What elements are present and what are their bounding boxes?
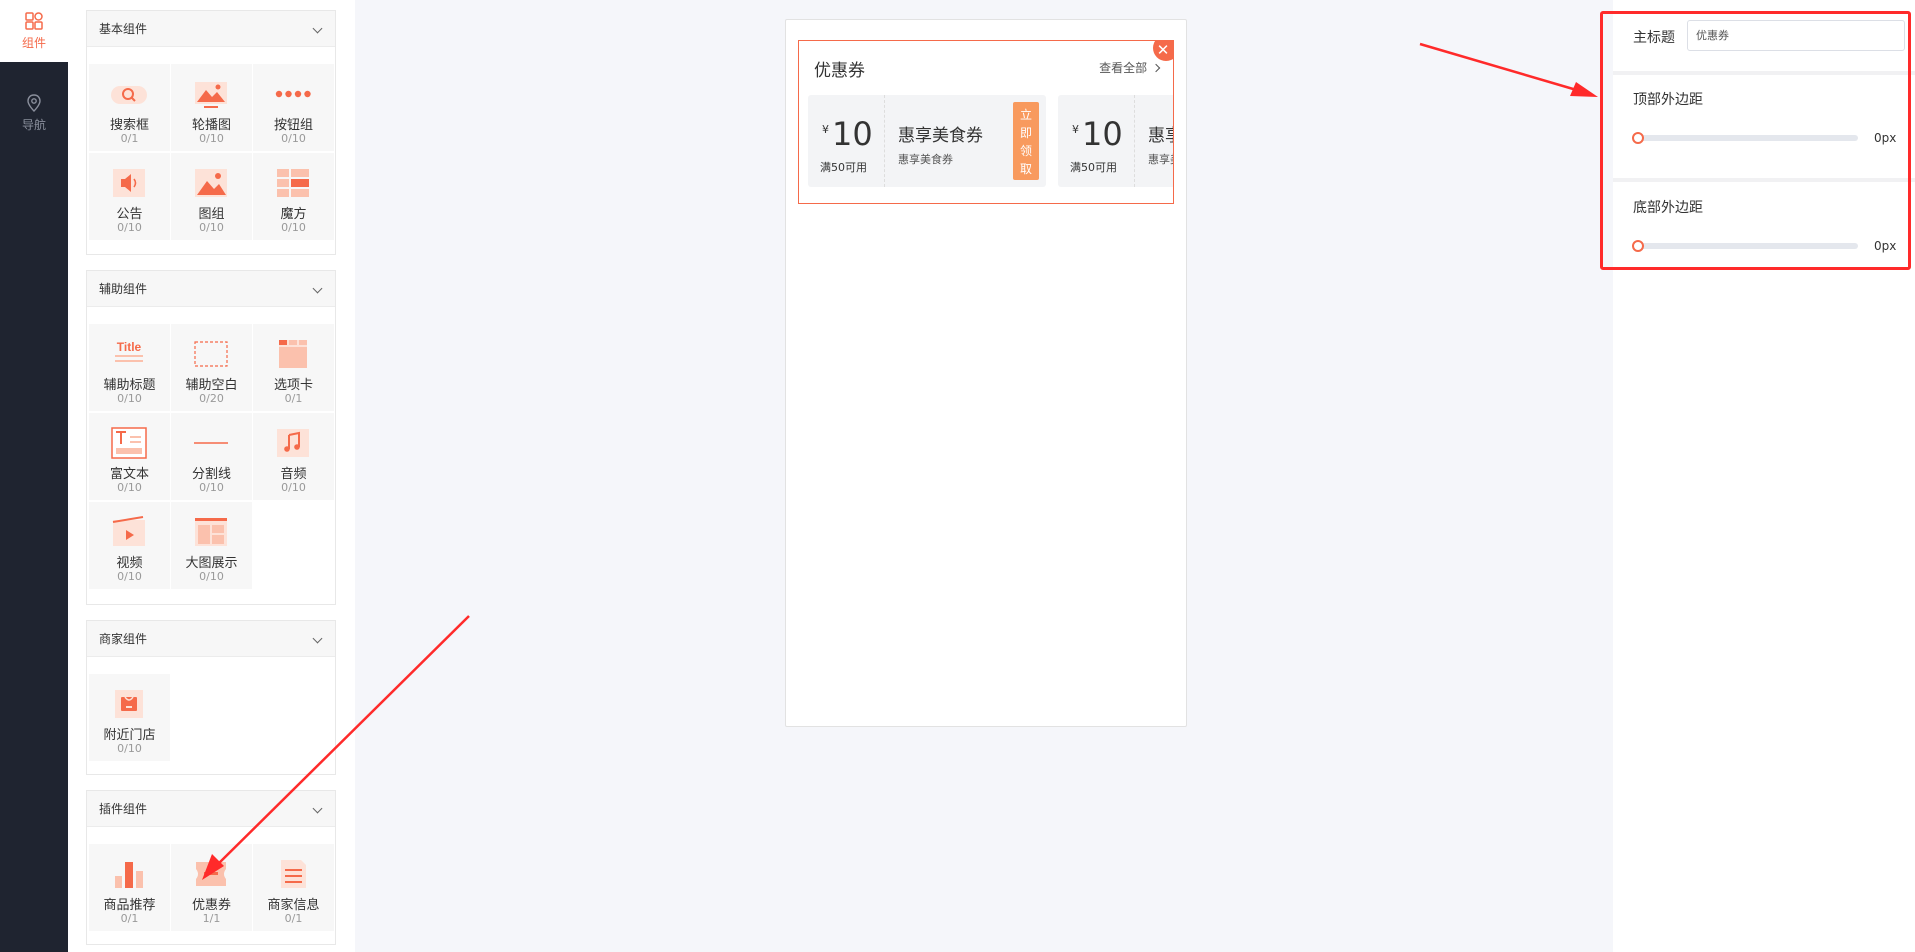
annotation-arrow-to-properties <box>1419 42 1598 97</box>
annotation-arrow-to-coupon-tile <box>202 615 470 880</box>
annotation-arrows <box>202 42 1598 880</box>
